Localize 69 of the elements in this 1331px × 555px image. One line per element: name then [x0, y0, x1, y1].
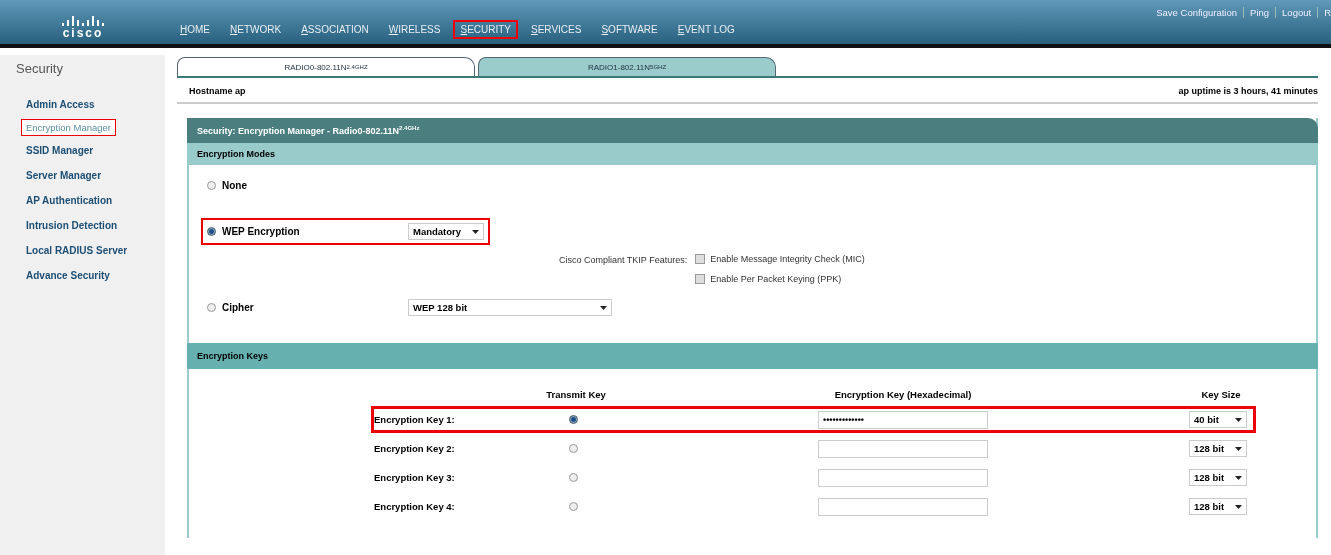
key-label: Encryption Key 1: [374, 413, 456, 427]
sidebar-link[interactable]: Server Manager [21, 165, 107, 186]
column-header: Transmit Key [546, 389, 606, 400]
dropdown[interactable]: Mandatory [408, 223, 484, 240]
key-field[interactable] [818, 468, 988, 487]
hostname-value: ap [235, 86, 246, 96]
mode-label: None [222, 180, 248, 191]
panel-title: Security: Encryption Manager - Radio0-802.11N$^{2.4GHz}$ [187, 118, 1318, 143]
radio-button[interactable] [568, 415, 578, 424]
caret-icon [472, 229, 479, 234]
caret-icon [1235, 417, 1242, 422]
dropdown[interactable]: 128 bit [1189, 440, 1247, 457]
nav-link[interactable]: SERVICES [524, 20, 589, 39]
mode-label: Cipher [222, 302, 255, 313]
radio-button[interactable] [568, 444, 578, 453]
key-label: Encryption Key 4: [374, 500, 456, 514]
sidebar-link[interactable]: Local RADIUS Server [21, 240, 133, 261]
sidebar-link[interactable]: Encryption Manager [21, 119, 117, 136]
sidebar-link[interactable]: SSID Manager [21, 140, 99, 161]
checkbox[interactable] [695, 254, 706, 264]
radio-button[interactable] [568, 473, 578, 482]
header-link[interactable]: Ping [1250, 7, 1270, 18]
caret-icon [1235, 504, 1242, 509]
nav-link[interactable]: NETWORK [223, 20, 289, 39]
nav-link[interactable]: ASSOCIATION [294, 20, 376, 39]
nav-link[interactable]: SECURITY [453, 20, 519, 39]
logo-text: cisco [62, 26, 104, 40]
checkbox-label: Enable Per Packet Keying (PPK) [710, 274, 842, 284]
section-heading: Encryption Keys [187, 343, 1318, 369]
sidebar-link[interactable]: Admin Access [21, 94, 100, 115]
tkip-label: Cisco Compliant TKIP Features: [559, 255, 688, 267]
header-link[interactable]: Logout [1282, 7, 1312, 18]
dropdown[interactable]: 128 bit [1189, 498, 1247, 515]
nav-link[interactable]: SOFTWARE [594, 20, 665, 39]
sidebar-link[interactable]: AP Authentication [21, 190, 118, 211]
sidebar-link[interactable]: Intrusion Detection [21, 215, 123, 236]
nav-link[interactable]: EVENT LOG [670, 20, 742, 39]
key-field[interactable] [818, 497, 988, 516]
nav-link[interactable]: HOME [173, 20, 217, 39]
column-header: Encryption Key (Hexadecimal) [834, 389, 972, 400]
radio-button[interactable] [568, 502, 578, 511]
checkbox-label: Enable Message Integrity Check (MIC) [710, 254, 865, 264]
sidebar-link[interactable]: Advance Security [21, 265, 115, 286]
radio-button[interactable] [207, 181, 216, 190]
caret-icon [600, 305, 607, 310]
key-label: Encryption Key 2: [374, 442, 456, 456]
header-link[interactable]: Save Configuration [1156, 7, 1238, 18]
sidebar-title: Security [15, 60, 64, 78]
uptime-text: ap uptime is 3 hours, 41 minutes [1178, 86, 1318, 96]
radio-tab[interactable]: RADIO0-802.11N$^{2.4GHZ}$ [177, 57, 475, 76]
radio-button[interactable] [207, 227, 216, 236]
section-heading: Encryption Modes [187, 143, 1318, 165]
dropdown[interactable]: 40 bit [1189, 411, 1247, 428]
caret-icon [1235, 446, 1242, 451]
column-header: Key Size [1201, 389, 1241, 400]
key-label: Encryption Key 3: [374, 471, 456, 485]
key-field[interactable]: ••••••••••••• [818, 410, 988, 429]
logo-bars-icon [60, 14, 106, 26]
caret-icon [1235, 475, 1242, 480]
hostname-label: Hostname [189, 86, 233, 96]
dropdown[interactable]: 128 bit [1189, 469, 1247, 486]
mode-label: WEP Encryption [222, 226, 301, 237]
dropdown[interactable]: WEP 128 bit [408, 299, 612, 316]
radio-tab[interactable]: RADIO1-802.11N$^{5GHZ}$ [478, 57, 776, 76]
header-link[interactable]: R [1324, 7, 1331, 18]
key-field[interactable] [818, 439, 988, 458]
nav-link[interactable]: WIRELESS [381, 20, 448, 39]
radio-button[interactable] [207, 303, 216, 312]
checkbox[interactable] [695, 274, 706, 284]
